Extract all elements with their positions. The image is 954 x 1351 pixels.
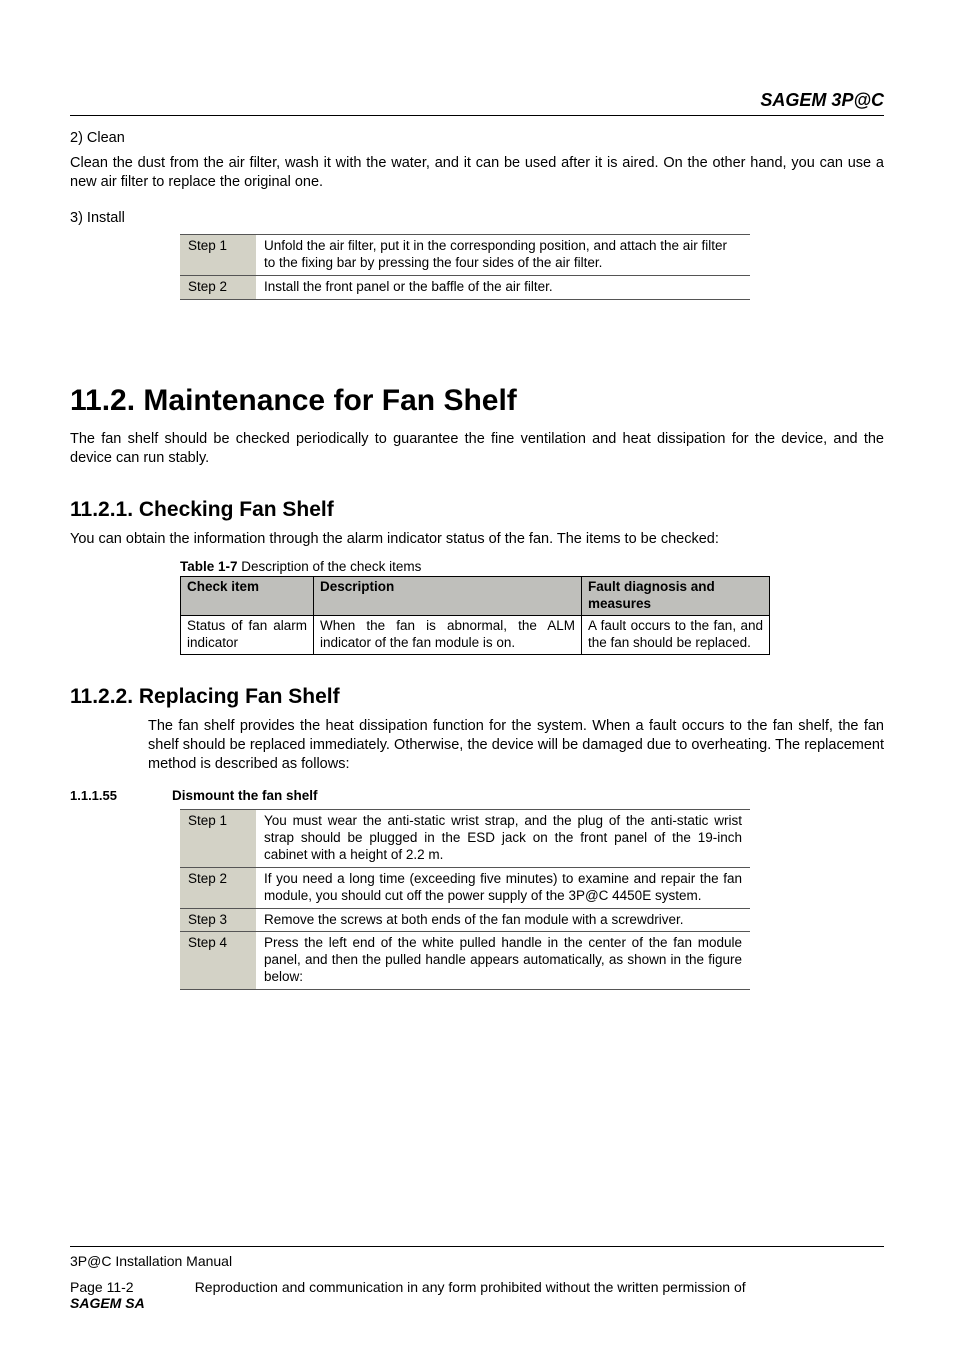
table-header-row: Check item Description Fault diagnosis a… <box>181 577 770 616</box>
table-row: Step 2 If you need a long time (exceedin… <box>180 867 750 908</box>
table-1-7-caption: Table 1-7 Description of the check items <box>180 559 884 574</box>
step-text: Remove the screws at both ends of the fa… <box>256 908 750 932</box>
step-text: Install the front panel or the baffle of… <box>256 276 750 300</box>
col-description: Description <box>314 577 582 616</box>
footer-manual-title: 3P@C Installation Manual <box>70 1253 884 1269</box>
check-items-table: Check item Description Fault diagnosis a… <box>180 576 770 655</box>
footer-rule <box>70 1246 884 1247</box>
footer-page-number: Page 11-2 <box>70 1279 145 1295</box>
caption-rest: Description of the check items <box>238 559 422 574</box>
cell-check-item: Status of fan alarm indicator <box>181 616 314 655</box>
section-11.2-title: 11.2. Maintenance for Fan Shelf <box>70 384 884 418</box>
table-row: Step 4 Press the left end of the white p… <box>180 932 750 990</box>
step-label: Step 2 <box>180 867 256 908</box>
step-label: Step 1 <box>180 235 256 276</box>
page-footer: 3P@C Installation Manual Page 11-2 SAGEM… <box>70 1246 884 1311</box>
dismount-heading-row: 1.1.1.55 Dismount the fan shelf <box>70 788 884 803</box>
cell-description: When the fan is abnormal, the ALM indica… <box>314 616 582 655</box>
install-title: 3) Install <box>70 210 884 226</box>
table-row: Step 2 Install the front panel or the ba… <box>180 276 750 300</box>
section-11.2.1-intro: You can obtain the information through t… <box>70 530 884 549</box>
table-row: Status of fan alarm indicator When the f… <box>181 616 770 655</box>
table-row: Step 1 Unfold the air filter, put it in … <box>180 235 750 276</box>
section-11.2.2-title: 11.2.2. Replacing Fan Shelf <box>70 685 884 709</box>
clean-text: Clean the dust from the air filter, wash… <box>70 154 884 192</box>
step-text: You must wear the anti-static wrist stra… <box>256 810 750 868</box>
cell-fault: A fault occurs to the fan, and the fan s… <box>582 616 770 655</box>
table-row: Step 1 You must wear the anti-static wri… <box>180 810 750 868</box>
step-label: Step 4 <box>180 932 256 990</box>
paragraph-title: Dismount the fan shelf <box>172 788 318 803</box>
install-steps-table: Step 1 Unfold the air filter, put it in … <box>180 234 750 300</box>
dismount-steps-table: Step 1 You must wear the anti-static wri… <box>180 809 750 990</box>
header-rule <box>70 115 884 116</box>
caption-bold: Table 1-7 <box>180 559 238 574</box>
footer-company: SAGEM SA <box>70 1295 145 1311</box>
brand-header: SAGEM 3P@C <box>70 90 884 111</box>
section-11.2.2-intro: The fan shelf provides the heat dissipat… <box>148 717 884 774</box>
table-row: Step 3 Remove the screws at both ends of… <box>180 908 750 932</box>
step-text: Press the left end of the white pulled h… <box>256 932 750 990</box>
footer-rights: Reproduction and communication in any fo… <box>195 1279 884 1295</box>
clean-title: 2) Clean <box>70 130 884 146</box>
step-label: Step 1 <box>180 810 256 868</box>
section-11.2.1-title: 11.2.1. Checking Fan Shelf <box>70 498 884 522</box>
step-text: Unfold the air filter, put it in the cor… <box>256 235 750 276</box>
paragraph-number: 1.1.1.55 <box>70 788 148 803</box>
step-text: If you need a long time (exceeding five … <box>256 867 750 908</box>
col-check-item: Check item <box>181 577 314 616</box>
col-fault: Fault diagnosis and measures <box>582 577 770 616</box>
section-11.2-intro: The fan shelf should be checked periodic… <box>70 430 884 468</box>
step-label: Step 3 <box>180 908 256 932</box>
step-label: Step 2 <box>180 276 256 300</box>
